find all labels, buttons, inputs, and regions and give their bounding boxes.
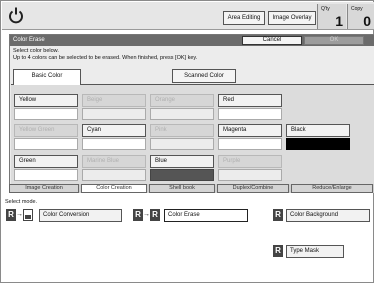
tab-duplex-combine[interactable]: Duplex/Combine [217,184,289,193]
image-overlay-button[interactable]: Image Overlay [268,11,316,25]
quantity-label: Q'ty [321,6,330,12]
color-button-yellow-green[interactable]: Yellow Green [14,124,78,137]
color-conversion-button[interactable]: Color Conversion [39,209,122,222]
swatch-purple [218,169,282,181]
color-background-icon: R [273,209,283,221]
color-erase-button[interactable]: Color Erase [164,209,248,222]
swatch-black [286,138,350,150]
select-mode-label: Select mode. [5,199,38,205]
color-panel: Yellow Beige Orange Red Yellow Green Cya… [11,84,374,184]
swatch-blue [150,169,214,181]
color-button-red[interactable]: Red [218,94,282,107]
copy-count-display: Copy 0 [347,4,374,29]
color-button-black[interactable]: Black [286,124,350,137]
mode-tabs-strip: Image Creation Color Creation Shell book… [9,184,374,193]
tab-shell-book[interactable]: Shell book [149,184,215,193]
copier-screen: Area Editing Image Overlay Q'ty 1 Copy 0… [0,0,374,283]
instruction-line-2: Up to 4 colors can be selected to be era… [13,55,198,61]
swatch-orange [150,108,214,120]
swatch-marine-blue [82,169,146,181]
swatch-yellow [14,108,78,120]
swatch-red [218,108,282,120]
swatch-yellow-green [14,138,78,150]
dialog-title: Color Erase [13,37,45,43]
tab-image-creation[interactable]: Image Creation [9,184,79,193]
color-conversion-icon: R → [6,209,33,221]
area-editing-button[interactable]: Area Editing [223,11,265,25]
tab-reduce-enlarge[interactable]: Reduce/Enlarge [291,184,373,193]
color-background-button[interactable]: Color Background [286,209,370,222]
color-button-cyan[interactable]: Cyan [82,124,146,137]
color-button-blue[interactable]: Blue [150,155,214,168]
tab-basic-color[interactable]: Basic Color [13,69,81,85]
swatch-magenta [218,138,282,150]
swatch-pink [150,138,214,150]
color-button-green[interactable]: Green [14,155,78,168]
swatch-beige [82,108,146,120]
color-button-pink[interactable]: Pink [150,124,214,137]
swatch-cyan [82,138,146,150]
color-button-magenta[interactable]: Magenta [218,124,282,137]
color-button-orange[interactable]: Orange [150,94,214,107]
type-mask-button[interactable]: Type Mask [286,245,344,258]
color-button-marine-blue[interactable]: Marine Blue [82,155,146,168]
tab-scanned-color[interactable]: Scanned Color [172,69,236,83]
color-button-yellow[interactable]: Yellow [14,94,78,107]
power-icon[interactable] [8,6,24,24]
color-button-purple[interactable]: Purple [218,155,282,168]
quantity-value: 1 [335,13,343,29]
swatch-green [14,169,78,181]
top-bar: Area Editing Image Overlay Q'ty 1 Copy 0 [2,2,374,30]
color-erase-icon: R → R [133,209,160,221]
color-button-beige[interactable]: Beige [82,94,146,107]
copy-value: 0 [363,13,371,29]
color-erase-dialog: Color Erase Cancel OK Select color below… [9,34,374,184]
quantity-display: Q'ty 1 [317,4,346,29]
copy-label: Copy [351,6,363,12]
type-mask-icon: R [273,245,283,257]
ok-button[interactable]: OK [304,36,364,45]
tab-color-creation[interactable]: Color Creation [81,184,147,193]
instruction-line-1: Select color below. [13,48,59,54]
cancel-button[interactable]: Cancel [242,36,302,45]
